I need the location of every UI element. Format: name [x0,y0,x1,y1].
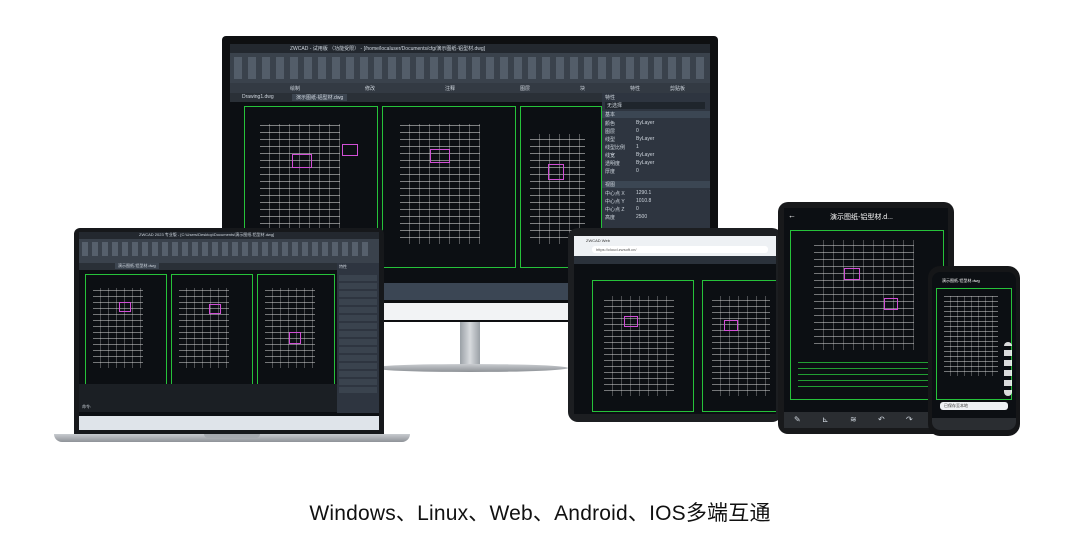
laptop: ZWCAD 2023 专业版 - [C:\Users\Desktop\Docum… [54,228,410,448]
magenta-detail [844,268,860,280]
magenta-detail [624,316,638,327]
ribbon-group-layer: 图层 [520,86,531,92]
laptop-taskbar [79,416,379,430]
laptop-properties-panel: 特性 [337,263,379,413]
monitor-stand-neck [460,322,480,368]
magenta-detail [292,154,312,168]
browser-tab[interactable]: ZWCAD Web [586,238,610,243]
drawing-lines [179,288,229,368]
web-toolbar [574,256,776,264]
phone-toast: 已保存至本地 [940,402,1008,410]
redo-icon[interactable]: ↷ [906,415,913,424]
drawing-lines [93,288,143,368]
ribbon-group-annotate: 注释 [445,86,456,92]
pad-screen: ← 演示图纸-铝型材.d... ✎ ⊾ ≋ ↶ ↷ [784,208,948,428]
undo-icon[interactable]: ↶ [878,415,885,424]
magenta-detail [884,298,898,310]
panel-select[interactable]: 无选择 [605,102,705,109]
magenta-detail [724,320,738,331]
layers-icon[interactable]: ≋ [850,415,857,424]
ribbon-group-props: 特性 [630,86,641,92]
laptop-window-title: ZWCAD 2023 专业版 - [C:\Users\Desktop\Docum… [139,232,275,237]
drawing-lines [604,296,674,396]
drawing-lines [265,288,315,368]
ribbon-group-clipboard: 剪贴板 [670,86,686,92]
phone-side-buttons [1004,342,1012,396]
magenta-detail [548,164,564,180]
pen-icon[interactable]: ✎ [794,415,801,424]
magenta-detail [430,149,450,163]
magenta-detail [289,332,301,344]
laptop-tab[interactable]: 演示图纸-铝型材.dwg [115,263,159,269]
caption: Windows、Linux、Web、Android、IOS多端互通 [309,502,771,525]
laptop-command-line[interactable]: 命令: [79,384,337,412]
drawing-lines [712,296,770,396]
laptop-panel-title: 特性 [339,264,347,269]
measure-icon[interactable]: ⊾ [822,415,829,424]
panel-title: 特性 [605,95,616,101]
monitor-ribbon: 绘制 修改 注释 图层 块 特性 剪贴板 [230,53,710,93]
magenta-detail [119,302,131,312]
drawing-lines [260,124,340,244]
browser-chrome: ZWCAD Web https://cloud.zwsoft.cn/ [574,236,776,256]
monitor-tabbar: Drawing1.dwg 演示图纸-铝型材.dwg [230,93,602,102]
tablet-screen: ZWCAD Web https://cloud.zwsoft.cn/ [574,236,776,414]
laptop-ribbon [79,239,379,263]
magenta-detail [342,144,358,156]
pad-header: ← 演示图纸-铝型材.d... [784,208,948,224]
drawing-lines [944,296,998,376]
phone: 演示图纸-铝型材.dwg 已保存至本地 [928,266,1020,436]
drawing-lines [400,124,480,244]
monitor-window-title: ZWCAD - 试用版 （功能受限） - [/home/localuser/Do… [290,46,486,52]
phone-toolbar [932,418,1016,430]
tab-drawing1[interactable]: Drawing1.dwg [242,94,274,100]
pad-title: 演示图纸-铝型材.d... [830,214,894,221]
tablet: ZWCAD Web https://cloud.zwsoft.cn/ [568,228,782,422]
drawing-lines [814,240,914,350]
back-arrow-icon[interactable]: ← [788,211,796,220]
ribbon-group-modify: 修改 [365,86,376,92]
ribbon-group-draw: 绘制 [290,86,301,92]
phone-title: 演示图纸-铝型材.dwg [942,278,980,283]
view-rows: 中心点 X 1290.1 中心点 Y 1010.8 中心点 Z0 高度 2500 [605,190,652,221]
laptop-tabbar: 演示图纸-铝型材.dwg [79,263,337,270]
laptop-titlebar: ZWCAD 2023 专业版 - [C:\Users\Desktop\Docum… [79,232,379,239]
laptop-notch [204,434,260,438]
phone-screen: 演示图纸-铝型材.dwg 已保存至本地 [932,272,1016,430]
url-bar[interactable]: https://cloud.zwsoft.cn/ [592,246,768,253]
title-block [798,358,934,392]
ribbon-group-block: 块 [580,86,586,92]
section-view[interactable]: 视图 [605,181,615,188]
prop-rows: 颜色 ByLayer 图层 0 线型 ByLayer 线型比例 1 线宽 ByLayer … [605,120,655,175]
monitor-titlebar: ZWCAD - 试用版 （功能受限） - [/home/localuser/Do… [230,44,710,53]
pad-toolbar: ✎ ⊾ ≋ ↶ ↷ [784,412,948,428]
section-basic[interactable]: 基本 [605,111,615,118]
laptop-screen: ZWCAD 2023 专业版 - [C:\Users\Desktop\Docum… [79,232,379,430]
tab-demo-drawing[interactable]: 演示图纸-铝型材.dwg [292,94,348,101]
magenta-detail [209,304,221,314]
